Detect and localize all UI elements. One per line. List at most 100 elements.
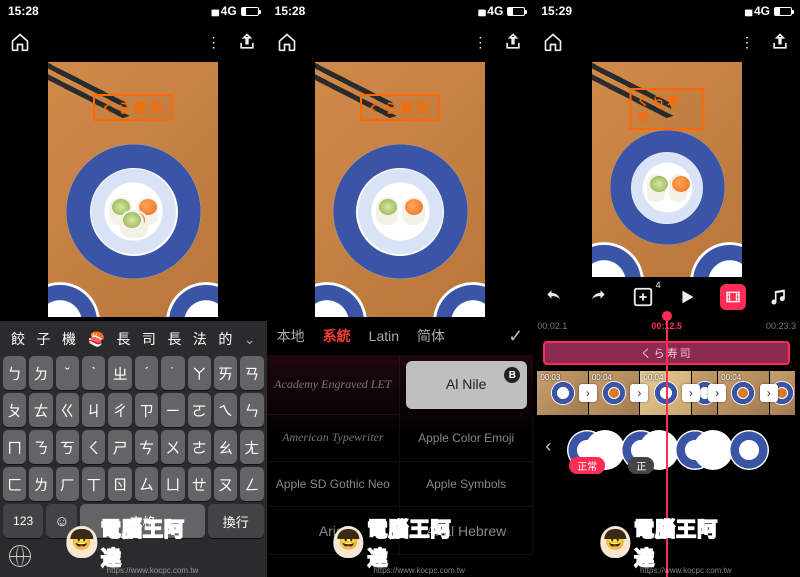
key[interactable]: ㄣ [240, 393, 263, 427]
key[interactable]: ˇ [56, 356, 79, 390]
effect-thumb[interactable] [729, 430, 769, 470]
transition-icon[interactable]: › [682, 384, 700, 402]
candidate[interactable]: 的 [216, 329, 234, 349]
candidate[interactable]: 司 [140, 329, 158, 349]
key[interactable]: ㄧ [161, 393, 184, 427]
confirm-check-icon[interactable]: ✓ [508, 326, 523, 347]
font-option[interactable]: Arial [267, 507, 400, 555]
text-overlay[interactable]: くら寿司 [93, 94, 173, 121]
home-icon[interactable] [543, 32, 563, 52]
candidate[interactable]: 機 [60, 329, 78, 349]
candidate-row: 餃 子 機 🍣 長 司 長 法 的 ⌄ [3, 325, 264, 353]
key[interactable]: ㄕ [108, 430, 131, 464]
space-key[interactable]: 空格 [80, 504, 204, 538]
font-option-selected[interactable]: Al Nile B [406, 361, 527, 409]
key[interactable]: ㄘ [135, 430, 158, 464]
back-icon[interactable]: ‹ [545, 436, 551, 457]
home-icon[interactable] [10, 32, 30, 52]
key[interactable]: ㄝ [188, 467, 211, 501]
video-clip[interactable]: 00:03› [537, 371, 589, 415]
more-icon[interactable]: ⋮ [740, 34, 756, 51]
transition-icon[interactable]: › [579, 384, 597, 402]
return-key[interactable]: 換行 [208, 504, 264, 538]
key[interactable]: ㄗ [135, 393, 158, 427]
more-icon[interactable]: ⋮ [207, 34, 223, 51]
key[interactable]: ㄨ [161, 430, 184, 464]
globe-icon[interactable] [9, 545, 31, 567]
transition-icon[interactable]: › [708, 384, 726, 402]
effect-thumb[interactable] [675, 430, 715, 470]
home-icon[interactable] [277, 32, 297, 52]
key[interactable]: ㄙ [135, 467, 158, 501]
font-option[interactable]: American Typewriter [267, 415, 400, 462]
candidate[interactable]: 長 [165, 329, 183, 349]
key[interactable]: ㄑ [82, 430, 105, 464]
candidate[interactable]: 法 [191, 329, 209, 349]
key[interactable]: ㄇ [3, 430, 26, 464]
tab-latin[interactable]: Latin [369, 328, 399, 344]
key[interactable]: ㄍ [56, 393, 79, 427]
key[interactable]: ㄐ [82, 393, 105, 427]
more-icon[interactable]: ⋮ [473, 34, 489, 51]
plate-corner [592, 242, 644, 277]
key[interactable]: ㄊ [29, 393, 52, 427]
key[interactable]: ㄈ [3, 467, 26, 501]
expand-candidates-icon[interactable]: ⌄ [242, 331, 258, 348]
key[interactable]: ㄠ [214, 430, 237, 464]
key[interactable]: ㄒ [82, 467, 105, 501]
tab-local[interactable]: 本地 [277, 326, 305, 346]
key[interactable]: ㄥ [240, 467, 263, 501]
key[interactable]: ㄌ [29, 467, 52, 501]
key[interactable]: ㄆ [3, 393, 26, 427]
tab-system[interactable]: 系統 [323, 326, 351, 346]
text-overlay[interactable]: くら寿司 [629, 88, 704, 130]
key[interactable]: ㄓ [108, 356, 131, 390]
candidate[interactable]: 子 [34, 329, 52, 349]
effect-thumb[interactable]: 正常 [567, 430, 607, 470]
play-icon[interactable] [676, 286, 698, 308]
music-icon[interactable] [768, 286, 790, 308]
font-option[interactable]: Apple SD Gothic Neo [267, 462, 400, 508]
key[interactable]: ㄢ [240, 356, 263, 390]
key[interactable]: ㄖ [108, 467, 131, 501]
key[interactable]: ㄎ [56, 430, 79, 464]
emoji-key[interactable]: ☺ [46, 504, 77, 538]
text-overlay[interactable]: くら寿司 [360, 94, 440, 121]
undo-icon[interactable] [543, 286, 565, 308]
key[interactable]: ㄋ [29, 430, 52, 464]
transition-icon[interactable]: › [760, 384, 778, 402]
key[interactable]: ㄜ [188, 430, 211, 464]
transition-icon[interactable]: › [630, 384, 648, 402]
key[interactable]: ˋ [82, 356, 105, 390]
font-option[interactable]: Apple Color Emoji [400, 415, 533, 462]
key[interactable]: ˊ [135, 356, 158, 390]
key[interactable]: ㄔ [108, 393, 131, 427]
playhead[interactable] [666, 317, 668, 577]
share-icon[interactable] [770, 32, 790, 52]
key[interactable]: ㄟ [214, 393, 237, 427]
share-icon[interactable] [503, 32, 523, 52]
key[interactable]: ˙ [161, 356, 184, 390]
key[interactable]: ㄏ [56, 467, 79, 501]
font-option[interactable]: Academy Engraved LET [267, 355, 400, 415]
font-option[interactable]: Arial Hebrew [400, 507, 533, 555]
candidate[interactable]: 餃 [9, 329, 27, 349]
candidate[interactable]: 長 [114, 329, 132, 349]
candidate[interactable]: 🍣 [85, 331, 106, 348]
font-option[interactable]: Apple Symbols [400, 462, 533, 508]
redo-icon[interactable] [587, 286, 609, 308]
key[interactable]: ㄉ [29, 356, 52, 390]
key[interactable]: ㄞ [214, 356, 237, 390]
numeric-key[interactable]: 123 [3, 504, 43, 538]
key[interactable]: ㄅ [3, 356, 26, 390]
effect-thumb[interactable]: 正 [621, 430, 661, 470]
share-icon[interactable] [237, 32, 257, 52]
film-mode-icon[interactable] [720, 284, 746, 310]
key[interactable]: ㄡ [214, 467, 237, 501]
key[interactable]: ㄚ [188, 356, 211, 390]
tab-simplified[interactable]: 简体 [417, 326, 445, 346]
key[interactable]: ㄤ [240, 430, 263, 464]
add-media-icon[interactable] [632, 286, 654, 308]
key[interactable]: ㄛ [188, 393, 211, 427]
key[interactable]: ㄩ [161, 467, 184, 501]
